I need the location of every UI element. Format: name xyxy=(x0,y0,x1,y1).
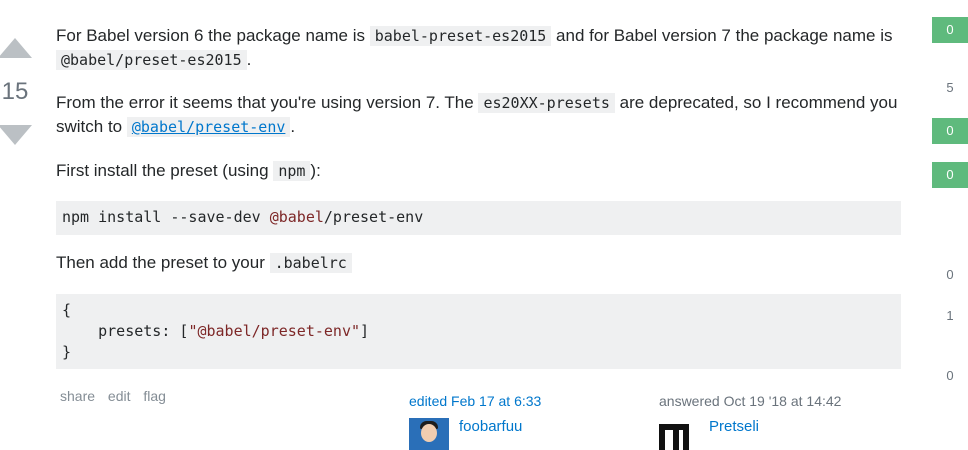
edit-link[interactable]: edit xyxy=(108,388,131,404)
text: ): xyxy=(310,161,321,180)
code-text: { xyxy=(62,301,72,319)
inline-code-link[interactable]: @babel/preset-env xyxy=(126,117,291,137)
comment-score: 1 xyxy=(946,308,954,323)
code-text: ] xyxy=(360,322,370,340)
answered-info: answered Oct 19 '18 at 14:42 xyxy=(659,393,842,409)
answer-paragraph-4: Then add the preset to your .babelrc xyxy=(56,251,352,275)
edited-info: edited Feb 17 at 6:33 xyxy=(409,393,541,409)
code-text: presets: [ xyxy=(62,322,189,340)
editor-username[interactable]: foobarfuu xyxy=(459,418,522,436)
avatar[interactable] xyxy=(659,418,699,450)
text: . xyxy=(246,50,252,69)
text: and for Babel version 7 the package name… xyxy=(551,26,893,45)
text: From the error it seems that you're usin… xyxy=(56,93,479,112)
downvote-arrow-icon[interactable] xyxy=(0,125,32,145)
code-text: npm install --save-dev xyxy=(62,208,270,226)
comment-score: 0 xyxy=(932,162,968,188)
flag-link[interactable]: flag xyxy=(143,388,166,404)
text: First install the preset (using xyxy=(56,161,274,180)
inline-code: npm xyxy=(273,161,311,181)
author-username[interactable]: Pretseli xyxy=(709,418,759,436)
text: . xyxy=(290,117,296,136)
code-text: @babel xyxy=(269,208,324,226)
edited-timestamp[interactable]: edited Feb 17 at 6:33 xyxy=(409,393,541,409)
code-text: /preset-env xyxy=(323,208,424,226)
author-user: Pretseli xyxy=(659,418,759,450)
upvote-arrow-icon[interactable] xyxy=(0,38,32,58)
inline-code: @babel/preset-es2015 xyxy=(56,50,247,70)
text: For Babel version 6 the package name is xyxy=(56,26,370,45)
inline-code: es20XX-presets xyxy=(478,93,615,113)
text: Then add the preset to your xyxy=(56,253,270,272)
code-block-install: npm install --save-dev @babel/preset-env xyxy=(56,201,901,235)
answer-paragraph-3: First install the preset (using npm): xyxy=(56,159,321,183)
post-menu: share edit flag xyxy=(60,388,175,404)
share-link[interactable]: share xyxy=(60,388,95,404)
inline-code: .babelrc xyxy=(269,253,352,273)
comment-score: 0 xyxy=(946,368,954,383)
inline-code: babel-preset-es2015 xyxy=(369,26,552,46)
avatar[interactable] xyxy=(409,418,449,450)
answer-paragraph-2: From the error it seems that you're usin… xyxy=(56,91,901,139)
code-block-babelrc: { presets: ["@babel/preset-env"] } xyxy=(56,294,901,369)
preset-env-link[interactable]: @babel/preset-env xyxy=(132,118,286,136)
vote-count: 15 xyxy=(1,78,29,105)
comment-score: 0 xyxy=(932,17,968,43)
comment-score: 0 xyxy=(932,118,968,144)
comment-score: 0 xyxy=(946,267,954,282)
code-text: "@babel/preset-env" xyxy=(188,322,361,340)
code-text: } xyxy=(62,343,72,361)
editor-user: foobarfuu xyxy=(409,418,522,450)
comment-score: 5 xyxy=(946,80,954,95)
answer-paragraph-1: For Babel version 6 the package name is … xyxy=(56,24,901,72)
